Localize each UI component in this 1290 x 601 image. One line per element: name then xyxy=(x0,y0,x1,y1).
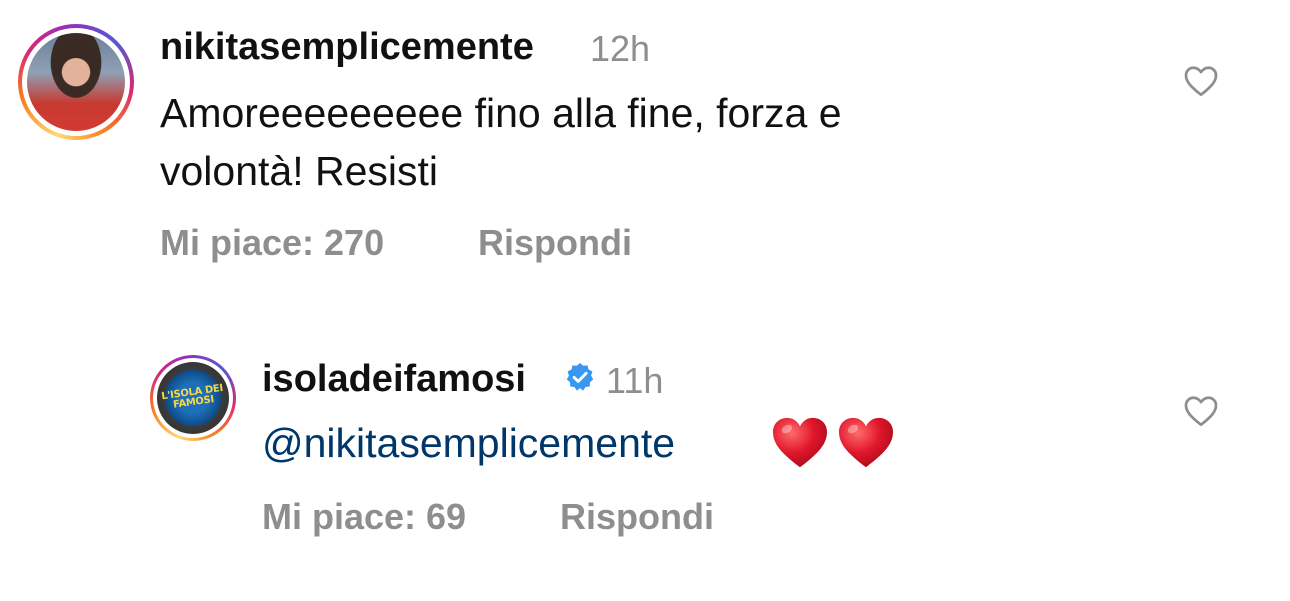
red-heart-emoji-icon xyxy=(773,417,827,468)
comment-username[interactable]: nikitasemplicemente xyxy=(160,26,534,69)
likes-count-button[interactable]: Mi piace: 69 xyxy=(262,496,466,538)
comment-timestamp: 11h xyxy=(606,360,664,401)
comment-text-line: Amoreeeeeeeee fino alla fine, forza e xyxy=(160,90,842,136)
isola-logo-icon: L'ISOLA DEI FAMOSI xyxy=(157,362,229,434)
reply-button[interactable]: Rispondi xyxy=(478,222,632,264)
reply-button[interactable]: Rispondi xyxy=(560,496,714,538)
likes-count-button[interactable]: Mi piace: 270 xyxy=(160,222,384,264)
avatar-nikitasemplicemente[interactable] xyxy=(18,24,134,140)
comment-username[interactable]: isoladeifamosi xyxy=(262,358,526,401)
comment-timestamp: 12h xyxy=(590,28,651,69)
red-heart-emoji-icon xyxy=(839,417,893,468)
avatar-image xyxy=(27,33,125,131)
like-heart-icon[interactable] xyxy=(1183,394,1219,427)
mention-link[interactable]: @nikitasemplicemente xyxy=(262,420,675,467)
verified-badge-icon xyxy=(566,363,594,391)
like-heart-icon[interactable] xyxy=(1183,64,1219,97)
avatar-isoladeifamosi[interactable]: L'ISOLA DEI FAMOSI xyxy=(150,355,236,441)
comment-text: Amoreeeeeeeee fino alla fine, forza e vo… xyxy=(160,84,1020,200)
comment-text-line: volontà! Resisti xyxy=(160,148,439,194)
